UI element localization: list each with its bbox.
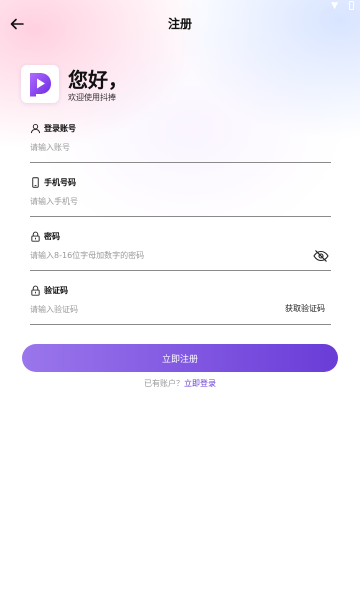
- arrow-left-icon: [10, 18, 24, 30]
- password-underline: [30, 270, 331, 271]
- code-input[interactable]: [30, 302, 300, 316]
- toggle-password-visibility[interactable]: [313, 248, 329, 262]
- code-label: 验证码: [30, 284, 68, 296]
- phone-input[interactable]: [30, 194, 300, 208]
- password-field: 密码: [30, 230, 331, 272]
- phone-label: 手机号码: [30, 176, 76, 188]
- login-prompt-text: 已有账户？: [144, 379, 184, 388]
- password-label: 密码: [30, 230, 60, 242]
- app-logo: [21, 65, 59, 103]
- app-logo-icon: [30, 73, 51, 97]
- register-button[interactable]: 立即注册: [22, 344, 338, 372]
- battery-icon: [349, 1, 354, 10]
- account-label: 登录账号: [30, 122, 76, 134]
- page-title: 注册: [167, 17, 192, 31]
- lock-icon: [31, 231, 40, 242]
- code-underline: [30, 324, 331, 325]
- phone-field: 手机号码: [30, 176, 331, 218]
- account-field: 登录账号: [30, 122, 331, 164]
- top-bar: 注册: [0, 10, 360, 36]
- password-input[interactable]: [30, 248, 300, 262]
- login-link[interactable]: 立即登录: [184, 379, 216, 388]
- code-field: 验证码 获取验证码: [30, 284, 331, 326]
- eye-off-icon: [313, 250, 329, 262]
- password-label-text: 密码: [44, 231, 60, 241]
- account-input[interactable]: [30, 140, 300, 154]
- back-button[interactable]: [4, 11, 30, 37]
- welcome-text: 欢迎使用抖捧: [68, 93, 116, 102]
- user-icon: [30, 123, 41, 133]
- code-label-text: 验证码: [44, 285, 68, 295]
- get-code-button[interactable]: 获取验证码: [285, 303, 325, 314]
- phone-icon: [32, 176, 39, 188]
- account-underline: [30, 162, 331, 163]
- phone-label-text: 手机号码: [44, 177, 76, 187]
- greeting-text: 您好，: [68, 68, 128, 92]
- lock-icon: [31, 285, 40, 296]
- account-label-text: 登录账号: [44, 123, 76, 133]
- phone-underline: [30, 216, 331, 217]
- login-prompt-line: 已有账户？立即登录: [0, 378, 360, 389]
